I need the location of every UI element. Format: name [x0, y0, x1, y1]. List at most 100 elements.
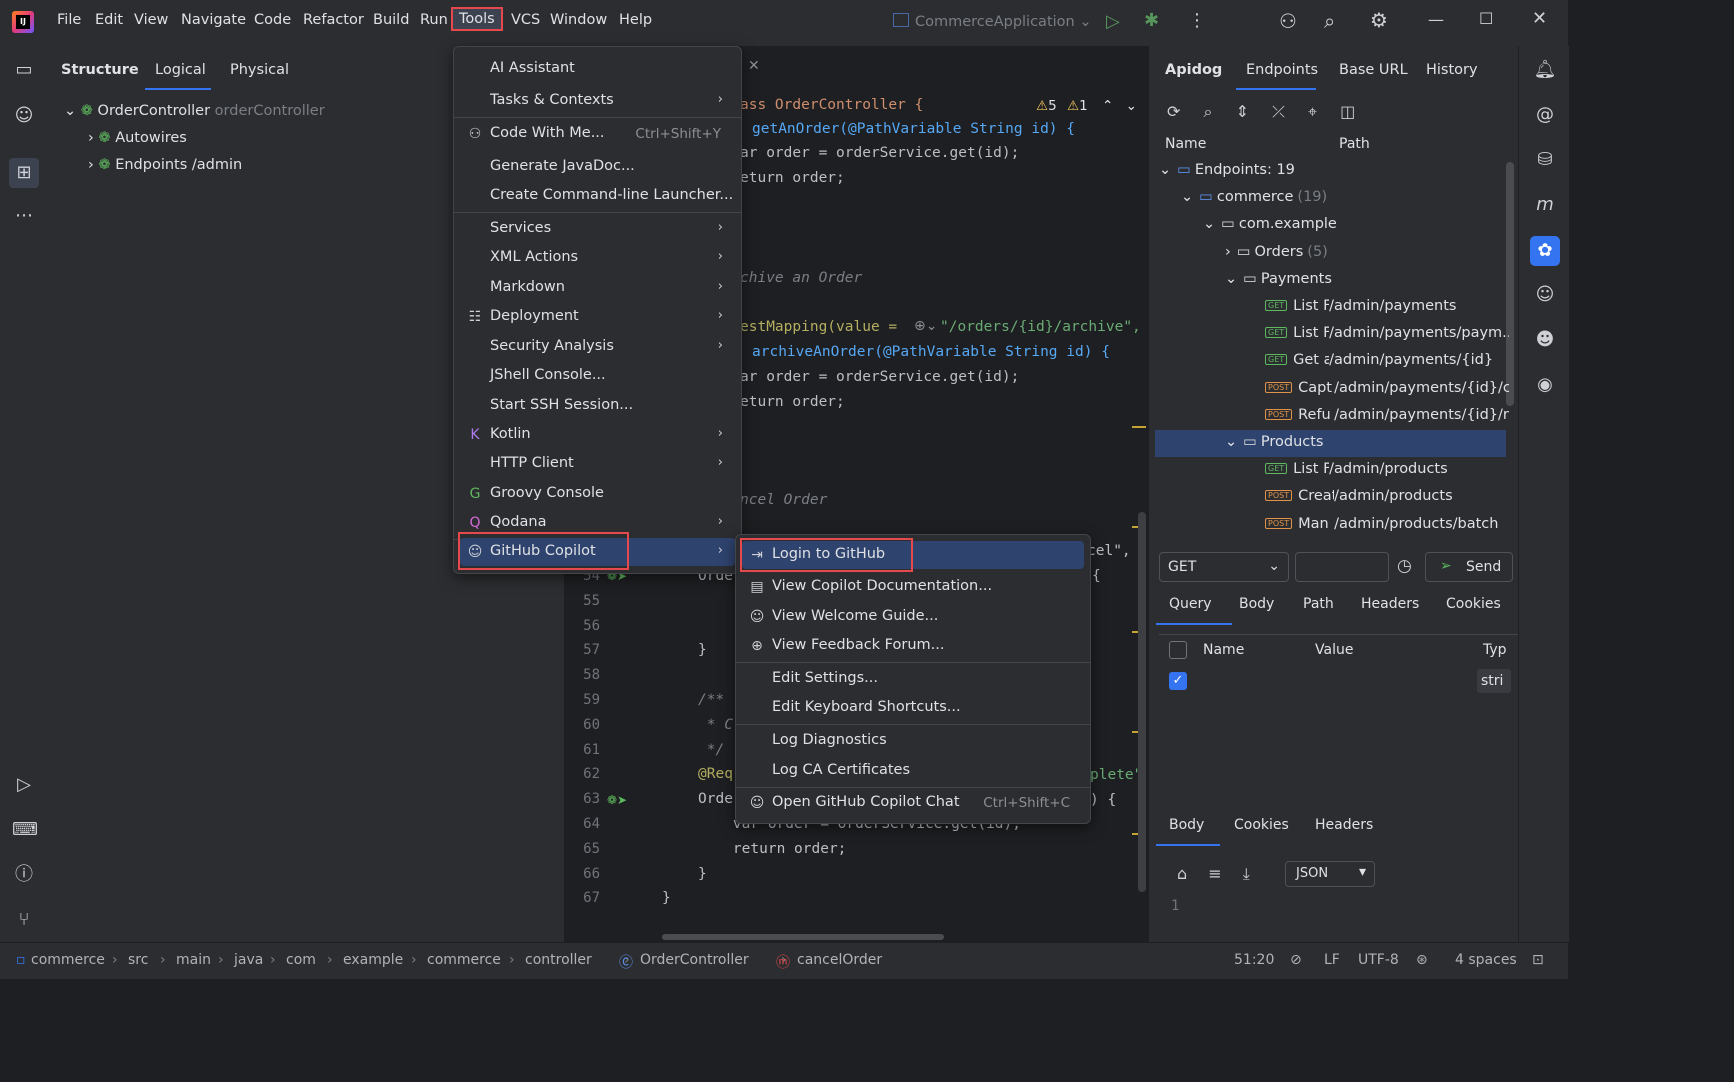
endpoint-tree-row[interactable]: ⌄ ▭ Payments	[1225, 271, 1509, 293]
tab-path[interactable]: Path	[1303, 596, 1334, 612]
copilot-menu-item[interactable]: Edit Settings...	[742, 665, 1084, 693]
project-folder-icon[interactable]: ▭	[12, 58, 36, 82]
send-button[interactable]: ➢ Send	[1425, 552, 1513, 582]
endpoint-tree-row[interactable]: GET List F/admin/products	[1265, 461, 1509, 483]
menu-vcs[interactable]: VCS	[511, 12, 540, 28]
copilot-menu-item[interactable]: Edit Keyboard Shortcuts...	[742, 694, 1084, 722]
endpoint-tree-row[interactable]: POST Refu/admin/payments/{id}/r...	[1265, 407, 1509, 429]
url-input[interactable]	[1295, 552, 1389, 582]
format-select[interactable]: JSON ▾	[1285, 861, 1375, 887]
breadcrumb-item[interactable]: example	[343, 952, 403, 968]
problems-icon[interactable]: ⓘ	[12, 863, 36, 887]
minimize-icon[interactable]: —	[1428, 10, 1444, 29]
structure-icon[interactable]: ⊞	[9, 158, 39, 188]
horizontal-scrollbar[interactable]	[662, 934, 944, 940]
collapse-all-icon[interactable]: ⤫	[1272, 102, 1285, 121]
add-user-icon[interactable]: ⚇	[1279, 9, 1297, 33]
run-icon[interactable]: ▷	[1106, 11, 1120, 32]
menu-view[interactable]: View	[134, 12, 168, 28]
breadcrumb-item[interactable]: controller	[525, 952, 592, 968]
tree-row-root[interactable]: ⌄ ❁ OrderController orderController	[64, 103, 325, 119]
tools-menu-item[interactable]: Create Command-line Launcher...	[460, 182, 735, 210]
method-select[interactable]: GET ⌄	[1159, 552, 1289, 582]
tools-menu-item[interactable]: Security Analysis ›	[460, 333, 735, 361]
more-tools-icon[interactable]: ⋯	[12, 204, 36, 228]
tab-headers[interactable]: Headers	[1361, 596, 1419, 612]
menu-help[interactable]: Help	[619, 12, 652, 28]
tools-menu-item[interactable]: Markdown ›	[460, 274, 735, 302]
endpoint-gutter-icon[interactable]: ❁➤	[607, 793, 627, 807]
copilot-status-icon[interactable]: ⊛	[1416, 952, 1428, 968]
copilot-menu-item[interactable]: ☺ Open GitHub Copilot Chat Ctrl+Shift+C	[742, 789, 1084, 817]
select-all-checkbox[interactable]	[1169, 641, 1187, 659]
vertical-scrollbar[interactable]	[1138, 512, 1146, 892]
close-icon[interactable]: ✕	[1532, 8, 1547, 29]
endpoint-tree-row[interactable]: ⌄ ▭ com.example	[1203, 216, 1509, 238]
menu-run[interactable]: Run	[420, 12, 448, 28]
terminal-icon[interactable]: ⌨	[12, 818, 38, 842]
tree-row-autowires[interactable]: › ❁ Autowires	[88, 130, 187, 146]
tools-menu-item[interactable]: Generate JavaDoc...	[460, 153, 735, 181]
tab-query[interactable]: Query	[1169, 596, 1212, 612]
tools-menu-item[interactable]: ☷ Deployment ›	[460, 303, 735, 331]
breadcrumb-item[interactable]: commerce	[31, 952, 105, 968]
maven-icon[interactable]: m	[1533, 193, 1557, 217]
menu-edit[interactable]: Edit	[95, 12, 123, 28]
download-icon[interactable]: ⤓	[1243, 864, 1250, 883]
tools-menu-item[interactable]: G Groovy Console	[460, 480, 735, 508]
breadcrumb-item[interactable]: java	[234, 952, 263, 968]
resp-tab-body[interactable]: Body	[1169, 817, 1204, 833]
wrap-icon[interactable]: ≡	[1208, 864, 1221, 883]
endpoint-tree-row[interactable]: ⌄ ▭ Endpoints: 19	[1159, 162, 1509, 184]
menu-code[interactable]: Code	[254, 12, 291, 28]
ai-off-icon[interactable]: ⊘	[1290, 952, 1302, 968]
breadcrumb-item[interactable]: src	[128, 952, 148, 968]
endpoint-tree-row[interactable]: GET Get a/admin/payments/{id}	[1265, 352, 1509, 374]
next-highlight-icon[interactable]: ⌄	[1126, 98, 1137, 114]
lock-icon[interactable]: ⊡	[1532, 952, 1544, 968]
tab-history[interactable]: History	[1426, 62, 1478, 78]
endpoint-tree-row[interactable]: › ▭ Orders (5)	[1225, 244, 1509, 266]
tools-menu-item[interactable]: XML Actions ›	[460, 244, 735, 272]
tab-cookies[interactable]: Cookies	[1446, 596, 1501, 612]
more-actions-icon[interactable]: ⋮	[1188, 10, 1206, 31]
tools-menu-item[interactable]: Tasks & Contexts ›	[460, 87, 735, 115]
breadcrumb-item[interactable]: main	[176, 952, 211, 968]
copilot-menu-item[interactable]: ▤ View Copilot Documentation...	[742, 573, 1084, 601]
prev-highlight-icon[interactable]: ⌃	[1102, 98, 1113, 114]
menu-build[interactable]: Build	[373, 12, 409, 28]
intellij-logo[interactable]	[12, 11, 34, 33]
tree-row-endpoints[interactable]: › ❁ Endpoints /admin	[88, 157, 242, 173]
menu-file[interactable]: File	[57, 12, 81, 28]
resp-tab-headers[interactable]: Headers	[1315, 817, 1373, 833]
endpoint-tree-row[interactable]: ⌄ ▭ commerce (19)	[1181, 189, 1509, 211]
tab-structure[interactable]: Structure	[61, 62, 139, 78]
services-icon[interactable]: ▷	[12, 773, 36, 797]
caret-position[interactable]: 51:20	[1234, 952, 1274, 968]
expand-all-icon[interactable]: ⇕	[1236, 102, 1249, 121]
tools-menu-item[interactable]: ⚇ Code With Me... Ctrl+Shift+Y	[460, 120, 735, 148]
database-icon[interactable]: ⛁	[1533, 148, 1557, 172]
breadcrumb-item[interactable]: commerce	[427, 952, 501, 968]
indent-setting[interactable]: 4 spaces	[1455, 952, 1517, 968]
menu-window[interactable]: Window	[550, 12, 607, 28]
copilot-icon[interactable]: ☻	[1533, 328, 1557, 352]
copilot-icon[interactable]: ☺	[12, 104, 36, 128]
locate-icon[interactable]: ⌖	[1308, 102, 1317, 121]
close-tab-icon[interactable]: ✕	[748, 58, 760, 74]
tools-menu-item[interactable]: AI Assistant	[460, 55, 735, 83]
tab-base-url[interactable]: Base URL	[1339, 62, 1408, 78]
inspection-widget[interactable]: ⚠5 ⚠1 ⌃ ⌄	[1036, 98, 1137, 114]
tab-logical[interactable]: Logical	[155, 62, 206, 78]
run-config-selector[interactable]: CommerceApplication ⌄	[893, 13, 1093, 33]
search-icon[interactable]: ⌕	[1204, 102, 1213, 121]
param-checkbox-checked[interactable]: ✓	[1169, 672, 1187, 690]
file-encoding[interactable]: UTF-8	[1358, 952, 1399, 968]
search-icon[interactable]: ⌕	[1324, 9, 1335, 33]
menu-refactor[interactable]: Refactor	[303, 12, 364, 28]
endpoint-tree-row[interactable]: GET List F/admin/payments/paym...	[1265, 325, 1509, 347]
tab-physical[interactable]: Physical	[230, 62, 289, 78]
param-type-cell[interactable]: stri	[1477, 669, 1511, 693]
endpoint-tree-row[interactable]: POST Capt/admin/payments/{id}/c...	[1265, 380, 1509, 402]
split-view-icon[interactable]: ◫	[1340, 102, 1355, 121]
